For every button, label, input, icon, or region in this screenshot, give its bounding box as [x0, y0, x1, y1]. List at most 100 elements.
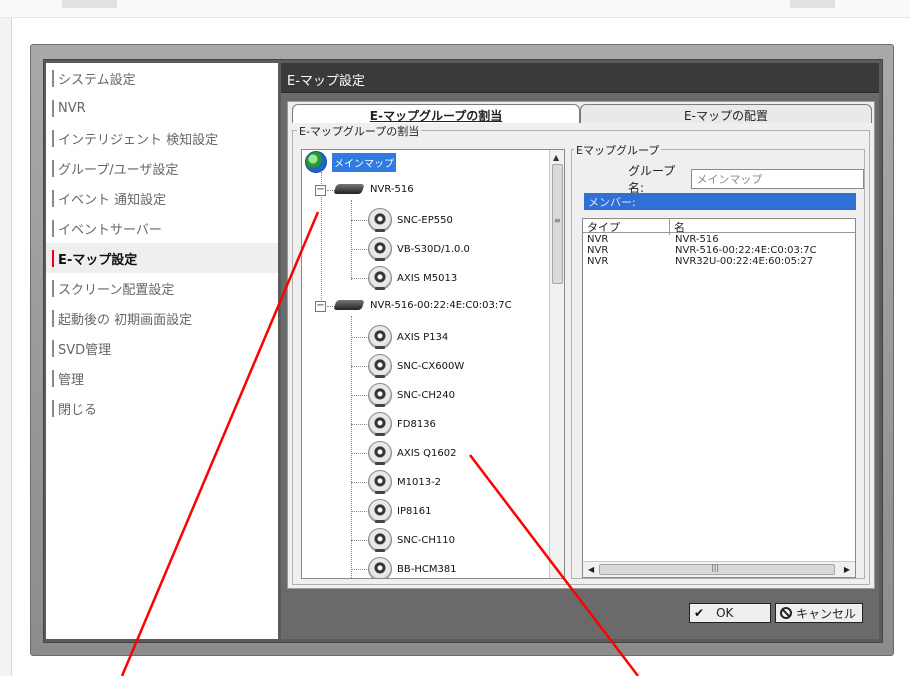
ok-button-label: OK	[716, 606, 734, 620]
scroll-up-icon[interactable]: ▲	[553, 153, 559, 162]
nvr-icon	[335, 297, 365, 313]
ok-button[interactable]: ✔ OK	[689, 603, 771, 623]
tree-node-nvr[interactable]: NVR-516	[335, 181, 414, 197]
camera-icon	[368, 266, 392, 290]
background-text-fragment	[62, 0, 117, 8]
collapse-icon[interactable]: −	[315, 185, 326, 196]
tree-node-camera[interactable]: SNC-EP550	[368, 208, 453, 232]
menu-item-screen-layout[interactable]: スクリーン配置設定	[46, 273, 278, 303]
camera-icon	[368, 557, 392, 578]
content-area: E-マップ設定 E-マップグループの割当 E-マップの配置 E-マップグループの…	[281, 63, 879, 639]
tree-node-label: AXIS M5013	[397, 272, 458, 284]
settings-menu: システム設定 NVR インテリジェント 検知設定 グループ/ユーザ設定 イベント…	[46, 63, 278, 639]
menu-item-label: システム設定	[58, 72, 136, 88]
menu-item-label: SVD管理	[58, 342, 112, 358]
tree-node-label: IP8161	[397, 505, 432, 517]
member-type: NVR	[587, 234, 609, 245]
menu-item-event-notify[interactable]: イベント 通知設定	[46, 183, 278, 213]
menu-item-marker	[52, 309, 54, 327]
background-window-edge	[0, 18, 12, 676]
group-legend: Eマップグループ	[574, 142, 662, 158]
tree-scrollbar[interactable]: ▲ ≡	[549, 150, 564, 578]
menu-item-label: スクリーン配置設定	[58, 282, 175, 298]
menu-item-close[interactable]: 閉じる	[46, 393, 278, 423]
tree-node-camera[interactable]: SNC-CX600W	[368, 354, 464, 378]
tree-node-camera[interactable]: BB-HCM381	[368, 557, 457, 578]
menu-item-label: 閉じる	[58, 402, 98, 418]
menu-item-emap[interactable]: E-マップ設定	[46, 243, 278, 273]
menu-item-intelligent-detection[interactable]: インテリジェント 検知設定	[46, 123, 278, 153]
menu-item-label: イベントサーバー	[58, 222, 162, 238]
group-name-input[interactable]	[691, 169, 864, 189]
tree-connector	[351, 569, 369, 570]
tree-connector	[351, 540, 369, 541]
tree-node-label: FD8136	[397, 418, 436, 430]
menu-item-system[interactable]: システム設定	[46, 63, 278, 93]
menu-item-marker	[52, 69, 54, 87]
tree-node-label: SNC-EP550	[397, 214, 453, 226]
menu-item-marker	[52, 99, 54, 117]
menu-item-marker	[52, 399, 54, 417]
globe-icon	[305, 151, 327, 173]
menu-item-marker	[52, 129, 54, 147]
section-legend: E-マップグループの割当	[297, 123, 422, 139]
camera-icon	[368, 325, 392, 349]
group-assign-section: E-マップグループの割当 メインマップ − NVR-516 SNC-EP550 …	[292, 123, 870, 585]
collapse-icon[interactable]: −	[315, 301, 326, 312]
menu-item-nvr[interactable]: NVR	[46, 93, 278, 123]
menu-item-startup-screen[interactable]: 起動後の 初期画面設定	[46, 303, 278, 333]
member-name: NVR-516	[675, 234, 719, 245]
tree-connector	[351, 424, 369, 425]
cancel-icon	[780, 607, 792, 619]
tree-node-camera[interactable]: FD8136	[368, 412, 436, 436]
tree-node-camera[interactable]: IP8161	[368, 499, 431, 523]
tree-node-camera[interactable]: AXIS Q1602	[368, 441, 457, 465]
device-tree[interactable]: メインマップ − NVR-516 SNC-EP550 VB-S30D/1.0.0…	[301, 149, 565, 579]
scroll-right-icon[interactable]: ▶	[844, 565, 850, 574]
camera-icon	[368, 354, 392, 378]
members-list[interactable]: タイプ 名 NVR NVR-516 NVR NVR-516-00:22:4E:C…	[582, 218, 856, 578]
camera-icon	[368, 528, 392, 552]
tree-node-camera[interactable]: SNC-CH240	[368, 383, 455, 407]
tree-connector	[351, 220, 369, 221]
menu-item-marker	[52, 159, 54, 177]
tree-node-camera[interactable]: AXIS P134	[368, 325, 448, 349]
member-type: NVR	[587, 245, 609, 256]
emap-group-section: Eマップグループ グループ名: メンバー: タイプ 名	[571, 142, 865, 579]
emap-panel: E-マップグループの割当 E-マップの配置 E-マップグループの割当 メインマッ…	[287, 101, 875, 589]
tab-layout[interactable]: E-マップの配置	[580, 104, 872, 123]
tree-node-camera[interactable]: VB-S30D/1.0.0	[368, 237, 470, 261]
camera-icon	[368, 441, 392, 465]
tree-node-camera[interactable]: AXIS M5013	[368, 266, 457, 290]
menu-item-svd[interactable]: SVD管理	[46, 333, 278, 363]
menu-item-marker	[52, 369, 54, 387]
grip-icon: ≡	[554, 216, 561, 225]
tree-node-root[interactable]: メインマップ	[305, 151, 396, 173]
tree-node-label: NVR-516	[370, 183, 414, 195]
menu-item-label: グループ/ユーザ設定	[58, 162, 179, 178]
cancel-button[interactable]: キャンセル	[775, 603, 863, 623]
members-list-header: タイプ 名	[583, 219, 855, 235]
page-title: E-マップ設定	[281, 63, 879, 93]
tree-node-label: SNC-CH110	[397, 534, 456, 546]
scroll-left-icon[interactable]: ◀	[588, 565, 594, 574]
members-scrollbar[interactable]: ◀ ||| ▶	[583, 561, 855, 577]
tree-node-label: M1013-2	[397, 476, 442, 488]
tree-node-camera[interactable]: SNC-CH110	[368, 528, 455, 552]
camera-icon	[368, 470, 392, 494]
tree-connector	[351, 200, 352, 280]
group-name-row: グループ名:	[628, 162, 864, 196]
tree-node-nvr[interactable]: NVR-516-00:22:4E:C0:03:7C	[335, 297, 512, 313]
tree-connector	[351, 249, 369, 250]
menu-item-group-user[interactable]: グループ/ユーザ設定	[46, 153, 278, 183]
tab-group-assign[interactable]: E-マップグループの割当	[292, 104, 580, 123]
column-header-type[interactable]: タイプ	[587, 219, 620, 235]
column-header-name[interactable]: 名	[669, 219, 685, 235]
dialog-body: システム設定 NVR インテリジェント 検知設定 グループ/ユーザ設定 イベント…	[43, 59, 883, 643]
menu-item-event-server[interactable]: イベントサーバー	[46, 213, 278, 243]
menu-item-admin[interactable]: 管理	[46, 363, 278, 393]
menu-item-marker	[52, 339, 54, 357]
members-row[interactable]: NVR NVR32U-00:22:4E:60:05:27	[583, 257, 855, 268]
camera-icon	[368, 383, 392, 407]
tree-node-camera[interactable]: M1013-2	[368, 470, 441, 494]
